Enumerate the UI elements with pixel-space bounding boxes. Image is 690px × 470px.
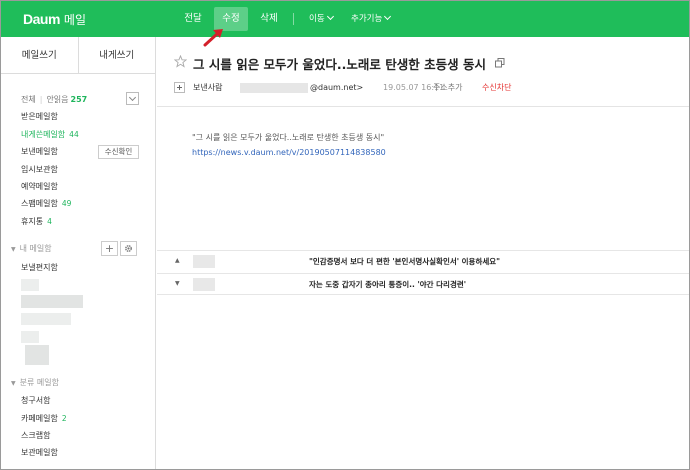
compose-mail-button[interactable]: 메일쓰기 xyxy=(1,37,78,73)
block-sender-link[interactable]: 수신차단 xyxy=(482,81,511,95)
prev-mail-title[interactable]: "인감증명서 보다 더 편한 '본인서명사실확인서' 이용하세요" xyxy=(309,256,500,267)
star-icon[interactable] xyxy=(174,55,187,68)
header-divider xyxy=(157,106,689,107)
copy-icon[interactable] xyxy=(495,58,505,68)
folder-label: 보낼편지함 xyxy=(21,263,58,272)
read-receipt-button[interactable]: 수신확인 xyxy=(98,145,139,159)
gear-icon xyxy=(125,245,132,252)
all-mail-link[interactable]: 전체 xyxy=(21,95,36,104)
folder-scrap[interactable]: 스크랩함 xyxy=(21,429,50,443)
mailbox-summary: 전체 | 안읽음 257 xyxy=(21,95,88,104)
redacted-sender-name xyxy=(240,83,308,93)
daum-mail-logo[interactable]: Daum 메일 xyxy=(23,10,86,28)
redacted-folder[interactable] xyxy=(21,279,39,291)
logo-mark: Daum xyxy=(23,11,60,27)
folder-trash[interactable]: 휴지통 4 xyxy=(21,215,52,229)
folder-archive[interactable]: 보관메일함 xyxy=(21,446,58,460)
section-title-label: 내 메일함 xyxy=(19,244,52,253)
folder-label: 보낸메일함 xyxy=(21,147,58,156)
toolbar-divider xyxy=(293,13,294,25)
sidebar: 메일쓰기 내게쓰기 전체 | 안읽음 257 받은메일함 내게쓴메일함 44 보낸메일함… xyxy=(1,37,156,469)
folder-label: 보관메일함 xyxy=(21,448,58,457)
folder-label: 내게쓴메일함 xyxy=(21,130,66,139)
folder-bills[interactable]: 청구서함 xyxy=(21,394,50,408)
category-mailbox-section-title[interactable]: ▼ 분류 메일함 xyxy=(11,376,59,390)
redacted-folder[interactable] xyxy=(21,331,39,343)
plus-icon: + xyxy=(104,242,115,255)
folder-sent[interactable]: 보낸메일함 xyxy=(21,145,58,159)
mail-window: Daum 메일 전달 수정 삭제 이동 추가기능 메일쓰기 내게쓰기 전체 | 안읽… xyxy=(0,0,690,470)
compose-row: 메일쓰기 내게쓰기 xyxy=(1,37,155,74)
collapse-toggle-button[interactable] xyxy=(126,92,139,105)
folder-label: 받은메일함 xyxy=(21,112,58,121)
redacted-folder[interactable] xyxy=(25,345,49,365)
more-features-label: 추가기능 xyxy=(351,14,383,24)
redacted-folder[interactable] xyxy=(21,295,83,308)
prev-mail-row[interactable]: ▲ "인감증명서 보다 더 편한 '본인서명사실확인서' 이용하세요" xyxy=(157,250,689,272)
folder-label: 예약메일함 xyxy=(21,182,58,191)
move-dropdown[interactable]: 이동 xyxy=(309,7,334,31)
chevron-down-icon xyxy=(326,12,334,21)
folder-label: 스팸메일함 xyxy=(21,199,58,208)
mail-body-link[interactable]: https://news.v.daum.net/v/20190507114838… xyxy=(192,148,386,157)
move-label: 이동 xyxy=(309,14,325,24)
folder-label: 휴지통 xyxy=(21,217,44,226)
more-features-dropdown[interactable]: 추가기능 xyxy=(351,7,392,31)
sender-label: 보낸사람 xyxy=(193,83,223,92)
folder-count: 2 xyxy=(61,414,67,423)
expand-recipients-button[interactable] xyxy=(174,82,185,93)
mail-body-text: "그 시를 읽은 모두가 울었다..노래로 탄생한 초등생 동시" xyxy=(192,133,385,142)
folder-scheduled[interactable]: 예약메일함 xyxy=(21,180,58,194)
write-to-me-button[interactable]: 내게쓰기 xyxy=(77,37,156,73)
folder-label: 임시보관함 xyxy=(21,165,58,174)
chevron-down-icon xyxy=(384,12,392,21)
my-mailbox-section-title[interactable]: ▼ 내 메일함 xyxy=(11,242,52,256)
folder-label: 청구서함 xyxy=(21,396,51,405)
mail-subject: 그 시를 읽은 모두가 울었다..노래로 탄생한 초등생 동시 xyxy=(193,57,486,72)
folder-count: 49 xyxy=(61,199,72,208)
redacted-folder[interactable] xyxy=(21,313,71,325)
section-title-label: 분류 메일함 xyxy=(19,378,59,387)
triangle-up-icon: ▲ xyxy=(175,257,180,264)
logo-text: 메일 xyxy=(63,12,86,27)
folder-cafe[interactable]: 카페메일함 2 xyxy=(21,412,67,426)
folder-outbox[interactable]: 보낼편지함 xyxy=(21,261,58,275)
delete-button[interactable]: 삭제 xyxy=(255,7,283,31)
folder-drafts[interactable]: 임시보관함 xyxy=(21,163,58,177)
folder-count: 44 xyxy=(69,130,79,139)
folder-settings-button[interactable] xyxy=(120,241,137,256)
sender-email[interactable]: @daum.net> xyxy=(310,81,363,95)
folder-count: 4 xyxy=(47,217,52,226)
unread-count: 257 xyxy=(70,95,88,104)
add-folder-button[interactable]: + xyxy=(101,241,118,256)
folder-label: 카페메일함 xyxy=(21,414,58,423)
folder-inbox[interactable]: 받은메일함 xyxy=(21,110,58,124)
add-address-link[interactable]: 주소추가 xyxy=(433,81,462,95)
mail-reading-pane: 그 시를 읽은 모두가 울었다..노래로 탄생한 초등생 동시 보낸사람 @da… xyxy=(157,37,689,469)
triangle-down-icon: ▼ xyxy=(175,280,180,287)
next-mail-title[interactable]: 자는 도중 갑자기 종아리 통증이.. '야간 다리경련' xyxy=(309,279,466,290)
triangle-down-icon: ▼ xyxy=(11,380,16,387)
next-mail-row[interactable]: ▼ 자는 도중 갑자기 종아리 통증이.. '야간 다리경련' xyxy=(157,273,689,295)
folder-spam[interactable]: 스팸메일함 49 xyxy=(21,197,71,211)
redacted-sender xyxy=(193,278,215,291)
folder-label: 스크랩함 xyxy=(21,431,51,440)
triangle-down-icon: ▼ xyxy=(11,246,16,253)
top-toolbar: Daum 메일 전달 수정 삭제 이동 추가기능 xyxy=(1,1,689,37)
unread-mail-link[interactable]: 안읽음 xyxy=(46,95,68,104)
redacted-sender xyxy=(193,255,215,268)
folder-to-me[interactable]: 내게쓴메일함 44 xyxy=(21,128,79,142)
